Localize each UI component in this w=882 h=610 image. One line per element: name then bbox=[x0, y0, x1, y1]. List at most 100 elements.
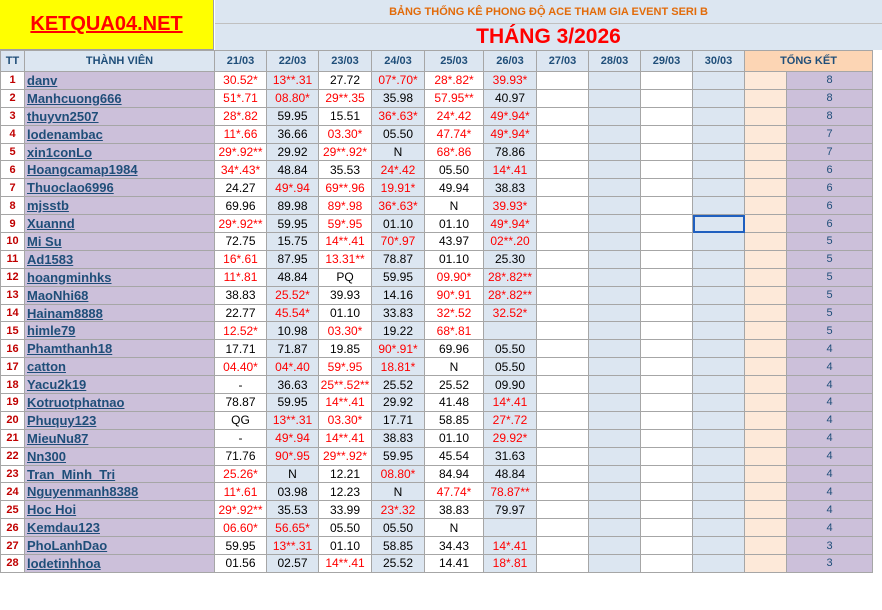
empty-cell[interactable] bbox=[536, 393, 589, 412]
empty-cell[interactable] bbox=[640, 339, 693, 359]
result-cell[interactable]: N bbox=[424, 518, 484, 538]
header-date[interactable]: 29/03 bbox=[640, 50, 693, 72]
result-cell[interactable]: 71.76 bbox=[214, 446, 267, 466]
empty-cell[interactable] bbox=[640, 446, 693, 466]
member-name-link[interactable]: MaoNhi68 bbox=[24, 285, 215, 305]
empty-cell[interactable] bbox=[692, 249, 745, 269]
result-cell[interactable]: 25.52 bbox=[371, 375, 425, 395]
empty-cell[interactable] bbox=[640, 88, 693, 108]
result-cell[interactable]: 29**.92* bbox=[318, 446, 372, 466]
total-spacer-cell[interactable] bbox=[744, 518, 787, 538]
result-cell[interactable]: 08.80* bbox=[371, 464, 425, 484]
result-cell[interactable]: 01.10 bbox=[371, 214, 425, 234]
result-cell[interactable]: 03.30* bbox=[318, 321, 372, 341]
total-count-cell[interactable]: 4 bbox=[786, 464, 873, 484]
row-number[interactable]: 19 bbox=[0, 393, 25, 412]
result-cell[interactable]: 90*.91* bbox=[371, 339, 425, 359]
empty-cell[interactable] bbox=[640, 464, 693, 484]
result-cell[interactable]: 87.95 bbox=[266, 249, 319, 269]
total-spacer-cell[interactable] bbox=[744, 482, 787, 502]
total-spacer-cell[interactable] bbox=[744, 303, 787, 323]
result-cell[interactable]: 68*.86 bbox=[424, 142, 484, 162]
header-date[interactable]: 30/03 bbox=[692, 50, 745, 72]
result-cell[interactable]: 49*.94 bbox=[266, 428, 319, 448]
result-cell[interactable]: 05.50 bbox=[318, 518, 372, 538]
result-cell[interactable]: 38.83 bbox=[424, 500, 484, 520]
total-count-cell[interactable]: 3 bbox=[786, 554, 873, 573]
empty-cell[interactable] bbox=[536, 196, 589, 216]
empty-cell[interactable] bbox=[640, 106, 693, 126]
empty-cell[interactable] bbox=[640, 124, 693, 144]
result-cell[interactable]: 01.56 bbox=[214, 554, 267, 573]
result-cell[interactable]: 89.98 bbox=[266, 196, 319, 216]
total-spacer-cell[interactable] bbox=[744, 160, 787, 180]
result-cell[interactable]: 13**.31 bbox=[266, 71, 319, 90]
empty-cell[interactable] bbox=[588, 482, 641, 502]
empty-cell[interactable] bbox=[640, 285, 693, 305]
result-cell[interactable]: 36.63 bbox=[266, 375, 319, 395]
empty-cell[interactable] bbox=[692, 71, 745, 90]
result-cell[interactable]: 89*.98 bbox=[318, 196, 372, 216]
result-cell[interactable]: 48.84 bbox=[266, 267, 319, 287]
result-cell[interactable]: 01.10 bbox=[318, 303, 372, 323]
total-spacer-cell[interactable] bbox=[744, 232, 787, 251]
empty-cell[interactable] bbox=[692, 518, 745, 538]
result-cell[interactable]: 78.87 bbox=[214, 393, 267, 412]
empty-cell[interactable] bbox=[588, 464, 641, 484]
total-spacer-cell[interactable] bbox=[744, 321, 787, 341]
total-spacer-cell[interactable] bbox=[744, 124, 787, 144]
member-name-link[interactable]: Nn300 bbox=[24, 446, 215, 466]
result-cell[interactable]: 28*.82** bbox=[483, 267, 537, 287]
header-date[interactable]: 27/03 bbox=[536, 50, 589, 72]
empty-cell[interactable] bbox=[692, 410, 745, 430]
empty-cell[interactable] bbox=[692, 267, 745, 287]
result-cell[interactable]: N bbox=[266, 464, 319, 484]
empty-cell[interactable] bbox=[640, 232, 693, 251]
result-cell[interactable]: 09.90* bbox=[424, 267, 484, 287]
member-name-link[interactable]: Phuquy123 bbox=[24, 410, 215, 430]
result-cell[interactable]: 02.57 bbox=[266, 554, 319, 573]
total-spacer-cell[interactable] bbox=[744, 214, 787, 234]
result-cell[interactable]: 29*.92** bbox=[214, 142, 267, 162]
result-cell[interactable]: 19.85 bbox=[318, 339, 372, 359]
empty-cell[interactable] bbox=[692, 393, 745, 412]
result-cell[interactable]: 32*.52 bbox=[424, 303, 484, 323]
empty-cell[interactable] bbox=[588, 357, 641, 377]
empty-cell[interactable] bbox=[588, 71, 641, 90]
result-cell[interactable]: 47.74* bbox=[424, 124, 484, 144]
empty-cell[interactable] bbox=[588, 249, 641, 269]
result-cell[interactable]: 29**.92* bbox=[318, 142, 372, 162]
empty-cell[interactable] bbox=[536, 500, 589, 520]
result-cell[interactable]: 49*.94* bbox=[483, 124, 537, 144]
header-date[interactable]: 25/03 bbox=[424, 50, 484, 72]
row-number[interactable]: 13 bbox=[0, 285, 25, 305]
total-spacer-cell[interactable] bbox=[744, 142, 787, 162]
total-spacer-cell[interactable] bbox=[744, 393, 787, 412]
result-cell[interactable]: 03.98 bbox=[266, 482, 319, 502]
member-name-link[interactable]: Hainam8888 bbox=[24, 303, 215, 323]
empty-cell[interactable] bbox=[536, 267, 589, 287]
empty-cell[interactable] bbox=[588, 160, 641, 180]
result-cell[interactable]: 57.95** bbox=[424, 88, 484, 108]
empty-cell[interactable] bbox=[640, 500, 693, 520]
total-count-cell[interactable]: 4 bbox=[786, 500, 873, 520]
empty-cell[interactable] bbox=[640, 357, 693, 377]
result-cell[interactable]: 59*.95 bbox=[318, 357, 372, 377]
empty-cell[interactable] bbox=[692, 375, 745, 395]
result-cell[interactable]: 01.10 bbox=[424, 249, 484, 269]
empty-cell[interactable] bbox=[588, 88, 641, 108]
empty-cell[interactable] bbox=[640, 536, 693, 556]
total-spacer-cell[interactable] bbox=[744, 106, 787, 126]
result-cell[interactable]: 45.54 bbox=[424, 446, 484, 466]
row-number[interactable]: 1 bbox=[0, 71, 25, 90]
header-tt[interactable]: TT bbox=[0, 50, 25, 72]
total-spacer-cell[interactable] bbox=[744, 249, 787, 269]
result-cell[interactable]: 47.74* bbox=[424, 482, 484, 502]
row-number[interactable]: 5 bbox=[0, 142, 25, 162]
empty-cell[interactable] bbox=[692, 106, 745, 126]
empty-cell[interactable] bbox=[640, 214, 693, 234]
empty-cell[interactable] bbox=[536, 464, 589, 484]
site-logo[interactable]: KETQUA04.NET bbox=[0, 0, 214, 50]
result-cell[interactable]: 12.21 bbox=[318, 464, 372, 484]
empty-cell[interactable] bbox=[692, 482, 745, 502]
